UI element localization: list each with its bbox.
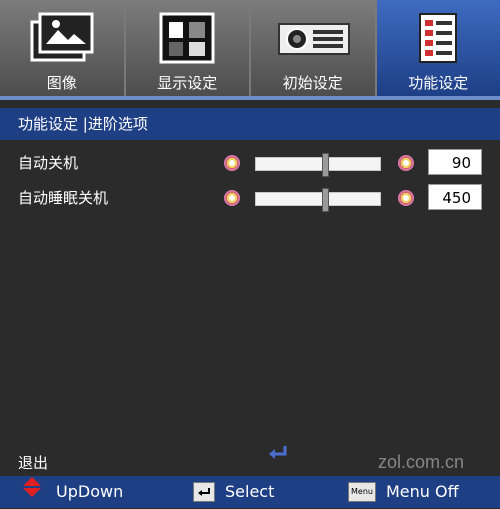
auto-sleep-off-row[interactable]: 自动睡眠关机 450 [0,183,500,213]
bottom-hint-bar: UpDown Select Menu Menu Off [0,476,500,508]
auto-sleep-off-label: 自动睡眠关机 [18,187,108,208]
menu-key-icon: Menu [348,482,376,502]
decrease-icon[interactable] [224,190,240,206]
tab-image-label: 图像 [0,72,124,93]
auto-sleep-off-value: 450 [428,184,482,210]
auto-power-off-row[interactable]: 自动关机 90 [0,148,500,178]
picture-icon [26,10,98,70]
decrease-icon[interactable] [224,155,240,171]
increase-icon[interactable] [398,155,414,171]
tab-image[interactable]: 图像 [0,0,126,96]
updown-hint: UpDown [22,476,123,508]
menu-off-label: Menu Off [386,476,459,508]
updown-arrows-icon [22,476,42,509]
auto-sleep-off-slider[interactable] [255,192,381,206]
tab-function-settings-label: 功能设定 [377,72,500,93]
display-pattern-icon [155,10,219,70]
enter-key-icon [193,482,215,502]
exit-item[interactable]: 退出 [18,452,48,473]
slider-handle[interactable] [322,153,329,177]
select-hint: Select [193,476,274,508]
tab-display-settings-label: 显示设定 [126,72,250,93]
select-label: Select [225,476,274,508]
auto-power-off-slider[interactable] [255,157,381,171]
auto-power-off-label: 自动关机 [18,152,78,173]
increase-icon[interactable] [398,190,414,206]
watermark: zol.com.cn [378,452,464,473]
tab-function-settings[interactable]: 功能设定 [377,0,500,96]
updown-label: UpDown [56,476,123,508]
menu-off-hint: Menu Menu Off [348,476,459,508]
tab-initial-settings[interactable]: 初始设定 [251,0,377,96]
auto-power-off-value: 90 [428,149,482,175]
tab-initial-settings-label: 初始设定 [251,72,375,93]
breadcrumb: 功能设定 |进阶选项 [0,108,500,140]
tab-display-settings[interactable]: 显示设定 [126,0,252,96]
tab-bar: 图像 显示设定 初始设定 [0,0,500,100]
slider-handle[interactable] [322,188,329,212]
projector-icon [273,10,353,70]
checklist-icon [414,10,462,70]
enter-arrow-icon [267,444,289,466]
